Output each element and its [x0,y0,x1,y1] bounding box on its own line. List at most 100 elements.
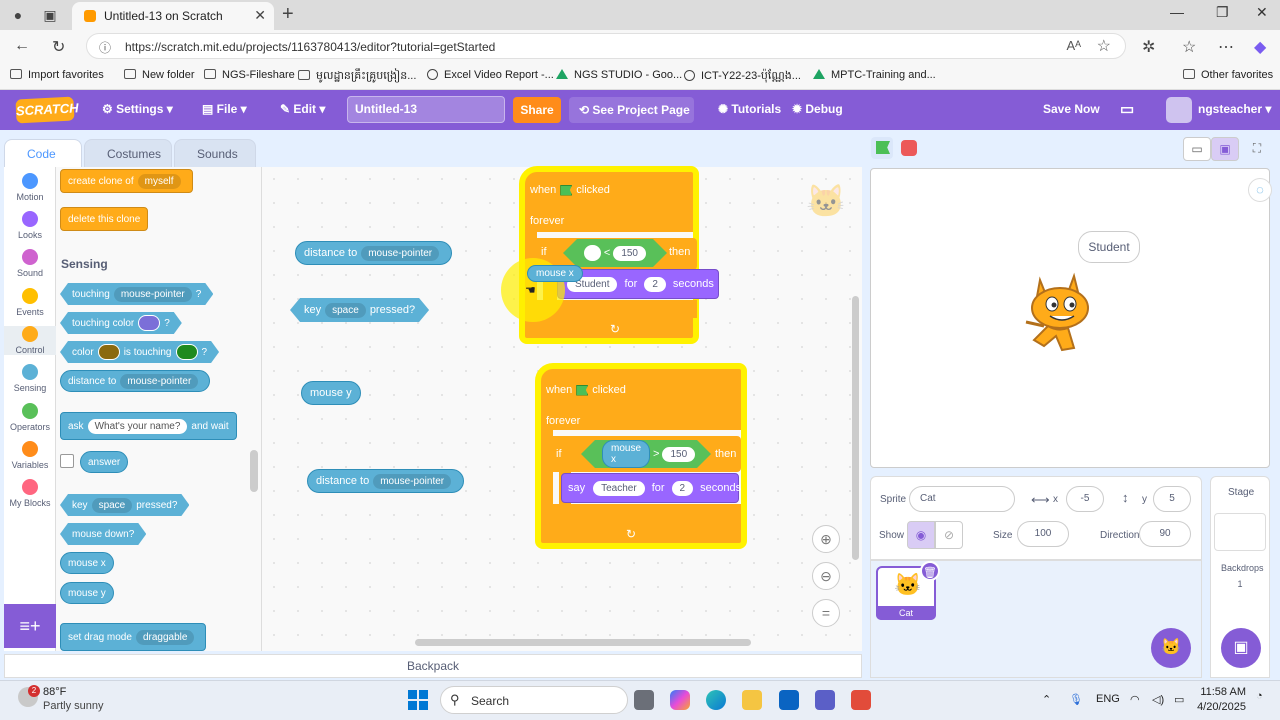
loose-key-pressed-block[interactable]: key space pressed? [290,298,429,322]
palette-delete-clone[interactable]: delete this clone [60,207,149,231]
palette-touching-color[interactable]: touching color? [60,312,182,334]
clock-date[interactable]: 4/20/2025 [1192,701,1246,713]
color-swatch[interactable] [138,315,160,331]
seconds-input[interactable]: 2 [671,480,694,496]
task-view-icon[interactable] [634,690,654,710]
category-sensing[interactable]: Sensing [4,364,56,393]
distance-dropdown[interactable]: mouse-pointer [120,373,199,389]
zoom-reset-icon[interactable]: = [812,599,840,627]
distance-dropdown[interactable]: mouse-pointer [373,473,452,489]
teams-icon[interactable] [815,690,835,710]
volume-icon[interactable]: ◁) [1152,693,1164,706]
project-title-input[interactable]: Untitled-13 [347,96,505,123]
palette-distance-to[interactable]: distance to mouse-pointer [60,370,211,392]
color-swatch[interactable] [176,344,198,360]
palette-key-pressed[interactable]: key space pressed? [60,494,189,516]
new-tab-icon[interactable]: + [282,3,294,26]
outlook-icon[interactable] [779,690,799,710]
palette-mouse-y[interactable]: mouse y [60,582,114,604]
palette-set-drag-mode[interactable]: set drag mode draggable [60,623,207,651]
palette-color-touching[interactable]: color is touching? [60,341,219,363]
file-explorer-icon[interactable] [742,690,762,710]
key-dropdown[interactable]: space [92,498,133,513]
copilot-icon[interactable]: ◆ [1254,37,1266,57]
bookmark-ngs-fileshare[interactable]: NGS-Fileshare [204,69,295,81]
category-variables[interactable]: Variables [4,441,56,470]
palette-mouse-down[interactable]: mouse down? [60,523,146,545]
distance-dropdown[interactable]: mouse-pointer [361,245,440,261]
see-project-page-button[interactable]: ⟲ See Project Page [569,97,694,123]
minimize-icon[interactable]: — [1170,4,1184,20]
category-looks[interactable]: Looks [4,211,56,240]
bookmark-ict[interactable]: ICT-Y22-23-ប៉ុណ្ណែង... [684,69,801,85]
answer-checkbox[interactable] [60,454,74,468]
script1-condition[interactable]: <150 [563,239,667,267]
workspace-vertical-scrollbar[interactable] [852,296,859,560]
category-control[interactable]: Control [4,326,56,355]
cat-sprite[interactable] [1022,270,1106,363]
loose-distance-block[interactable]: distance to mouse-pointer [295,241,453,265]
close-tab-icon[interactable]: ✕ [254,7,266,24]
my-stuff-folder-icon[interactable]: ▭ [1120,100,1134,118]
browser-tab[interactable]: Untitled-13 on Scratch ✕ [72,2,274,30]
bookmark-ngs-studio[interactable]: NGS STUDIO - Goo... [556,69,682,81]
loose-mouse-y-block[interactable]: mouse y [301,381,361,405]
read-aloud-icon[interactable]: Aᴬ [1066,38,1081,53]
palette-ask-and-wait[interactable]: ask What's your name? and wait [60,412,237,440]
refresh-icon[interactable]: ↻ [52,37,65,57]
windows-start-icon[interactable] [408,690,428,710]
tutorials-button[interactable]: ✺ Tutorials [718,102,781,116]
wifi-icon[interactable]: ◠ [1130,693,1140,706]
script2-hat[interactable]: when clicked [546,384,626,396]
delete-sprite-icon[interactable]: 🗑 [920,561,940,581]
say-text-input[interactable]: Teacher [593,480,645,496]
recorder-app-icon[interactable] [851,690,871,710]
script2-say-block[interactable]: say Teacher for 2 seconds [561,473,741,503]
palette-create-clone[interactable]: create clone of myself [60,169,193,193]
show-visible-eye-icon[interactable]: ◉ [907,521,935,549]
backpack[interactable]: Backpack [4,654,862,678]
show-hidden-icons-icon[interactable]: ⌃ [1042,693,1051,706]
site-info-icon[interactable]: ⓘ [99,39,111,56]
bookmark-new-folder[interactable]: New folder [124,69,195,81]
seconds-input[interactable]: 2 [644,276,666,292]
favorite-star-icon[interactable]: ☆ [1097,36,1111,56]
palette-scrollbar[interactable] [250,450,258,492]
url-text[interactable]: https://scratch.mit.edu/projects/1163780… [125,40,495,54]
other-favorites[interactable]: Other favorites [1183,69,1273,81]
small-stage-icon[interactable]: ▭ [1183,137,1211,161]
key-dropdown[interactable]: space [325,303,366,318]
palette-mouse-x[interactable]: mouse x [60,552,114,574]
value-input[interactable]: 150 [662,447,695,462]
category-events[interactable]: Events [4,288,56,317]
normal-stage-icon[interactable]: ▣ [1211,137,1239,161]
color-swatch[interactable] [98,344,120,360]
notifications-icon[interactable]: ◔ [1256,690,1263,702]
green-flag-button[interactable] [871,137,893,159]
workspace-horizontal-scrollbar[interactable] [415,639,751,646]
share-button[interactable]: Share [513,97,561,123]
language-indicator[interactable]: ENG [1096,693,1120,705]
edge-browser-icon[interactable] [706,690,726,710]
temperature[interactable]: 88°F [43,686,66,698]
fullscreen-icon[interactable]: ⛶ [1243,137,1271,161]
sprite-name-input[interactable]: Cat [909,486,1015,512]
edge-sidebar-icon[interactable]: ◌ [1248,178,1272,202]
profile-icon[interactable]: ● [8,5,28,25]
debug-button[interactable]: ✹ Debug [792,102,843,116]
category-sound[interactable]: Sound [4,249,56,278]
copilot-app-icon[interactable] [670,690,690,710]
stage-thumbnail[interactable] [1214,513,1266,551]
back-arrow-icon[interactable]: ← [14,37,30,55]
choose-sprite-icon[interactable]: 🐱 [1151,628,1191,668]
show-hidden-eye-icon[interactable]: ⊘ [935,521,963,549]
ask-input[interactable]: What's your name? [87,418,188,434]
clock-time[interactable]: 11:58 AM [1198,686,1246,698]
add-extension-button[interactable]: ≡+ [4,604,56,648]
y-position-input[interactable]: 5 [1153,486,1191,512]
scratch-logo[interactable]: SCRATCH [15,96,79,124]
edit-menu[interactable]: ✎ Edit ▾ [280,102,325,116]
category-operators[interactable]: Operators [4,403,56,432]
tab-sounds[interactable]: Sounds [174,139,256,168]
bookmark-mptc[interactable]: MPTC-Training and... [813,69,936,81]
